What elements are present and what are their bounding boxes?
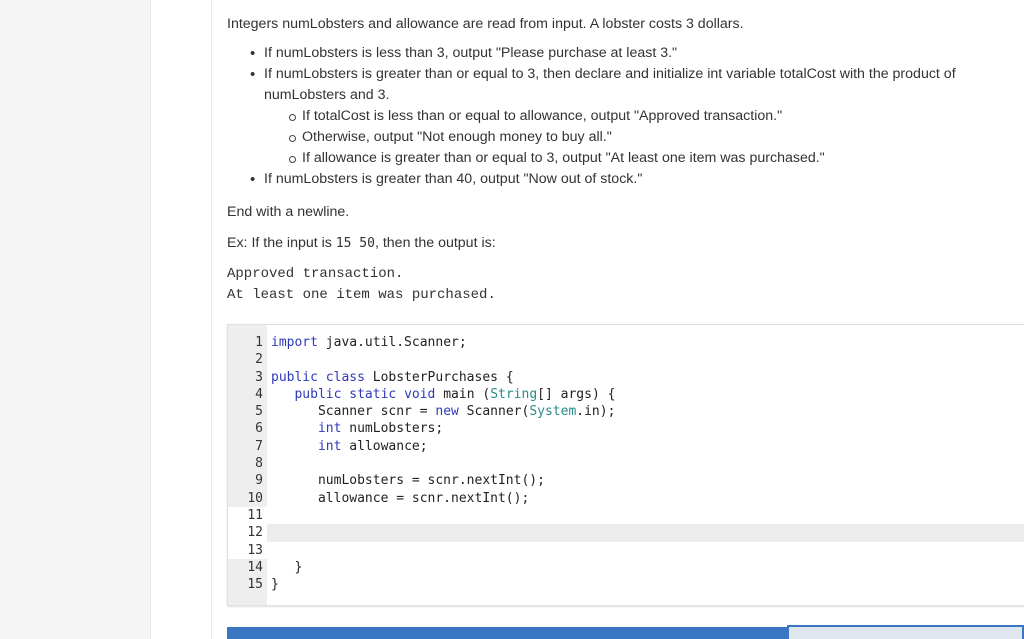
code-line[interactable]: 12: [228, 524, 1024, 542]
requirement-item: If numLobsters is greater than or equal …: [250, 64, 1017, 169]
code-area[interactable]: 1 import java.util.Scanner; 2 3 public class…: [228, 334, 1024, 593]
requirement-item: If numLobsters is greater than 40, outpu…: [250, 169, 1017, 190]
code-line[interactable]: 4 public static void main (String[] args…: [228, 386, 1024, 403]
run-button[interactable]: [227, 627, 787, 639]
requirement-item: If numLobsters is less than 3, output "P…: [250, 43, 1017, 64]
sub-requirement-item: If totalCost is less than or equal to al…: [289, 106, 1017, 127]
requirement-text: If numLobsters is greater than or equal …: [264, 66, 956, 103]
code-line[interactable]: 11: [228, 506, 1024, 525]
content-divider: [211, 0, 212, 639]
code-line[interactable]: 10 allowance = scnr.nextInt();: [228, 490, 1024, 507]
code-line[interactable]: 8: [228, 455, 1024, 472]
sub-requirement-item: If allowance is greater than or equal to…: [289, 148, 1017, 169]
line-number: 15: [247, 577, 263, 593]
code-line[interactable]: 6 int numLobsters;: [228, 420, 1024, 437]
code-line[interactable]: 5 Scanner scnr = new Scanner(System.in);: [228, 403, 1024, 420]
line-number: 4: [255, 386, 263, 402]
code-text[interactable]: numLobsters = scnr.nextInt();: [271, 472, 545, 489]
code-editor[interactable]: 1 import java.util.Scanner; 2 3 public class…: [227, 324, 1024, 606]
code-line[interactable]: 7 int allowance;: [228, 438, 1024, 455]
line-number: 9: [255, 473, 263, 489]
example-output-line: At least one item was purchased.: [227, 287, 496, 303]
code-line[interactable]: 15}: [228, 576, 1024, 593]
content-panel: Integers numLobsters and allowance are r…: [151, 0, 1024, 639]
example-sentence: Ex: If the input is 15 50, then the outp…: [227, 233, 1017, 254]
line-number: 6: [255, 421, 263, 437]
sub-requirements-list: If totalCost is less than or equal to al…: [264, 106, 1017, 169]
line-number: 8: [255, 456, 263, 472]
code-line[interactable]: 14 }: [228, 559, 1024, 576]
line-number: 7: [255, 438, 263, 454]
code-text[interactable]: int numLobsters;: [271, 420, 443, 437]
left-sidebar: [0, 0, 151, 639]
sub-requirement-item: Otherwise, output "Not enough money to b…: [289, 127, 1017, 148]
line-number: 3: [255, 369, 263, 385]
code-text[interactable]: allowance = scnr.nextInt();: [271, 490, 529, 507]
example-output-line: Approved transaction.: [227, 266, 404, 282]
end-note: End with a newline.: [227, 204, 350, 220]
line-number: 11: [228, 506, 263, 525]
problem-statement: Integers numLobsters and allowance are r…: [227, 14, 1017, 306]
code-text[interactable]: }: [271, 559, 302, 576]
line-number: 14: [247, 559, 263, 575]
code-line[interactable]: 1 import java.util.Scanner;: [228, 334, 1024, 351]
example-prefix: Ex: If the input is: [227, 235, 336, 251]
example-output: Approved transaction. At least one item w…: [227, 264, 1017, 306]
code-text[interactable]: import java.util.Scanner;: [271, 334, 467, 351]
line-number: 13: [228, 541, 263, 559]
code-text[interactable]: Scanner scnr = new Scanner(System.in);: [271, 403, 615, 420]
example-suffix: , then the output is:: [374, 235, 496, 251]
code-text[interactable]: public static void main (String[] args) …: [271, 386, 615, 403]
problem-intro: Integers numLobsters and allowance are r…: [227, 16, 744, 32]
submit-button[interactable]: [787, 625, 1024, 639]
code-line[interactable]: 2: [228, 351, 1024, 368]
code-line[interactable]: 9 numLobsters = scnr.nextInt();: [228, 472, 1024, 489]
line-number: 2: [255, 352, 263, 368]
current-line-highlight: [267, 524, 1024, 542]
requirements-list: If numLobsters is less than 3, output "P…: [227, 43, 1017, 190]
line-number: 1: [255, 335, 263, 350]
code-line[interactable]: 3 public class LobsterPurchases {: [228, 369, 1024, 386]
code-line[interactable]: 13: [228, 541, 1024, 559]
code-text[interactable]: int allowance;: [271, 438, 428, 455]
code-text[interactable]: }: [271, 576, 279, 593]
line-number: 5: [255, 404, 263, 420]
line-number: 10: [247, 490, 263, 506]
example-input: 15 50: [335, 236, 375, 251]
line-number: 12: [228, 524, 263, 542]
code-text[interactable]: public class LobsterPurchases {: [271, 369, 514, 386]
